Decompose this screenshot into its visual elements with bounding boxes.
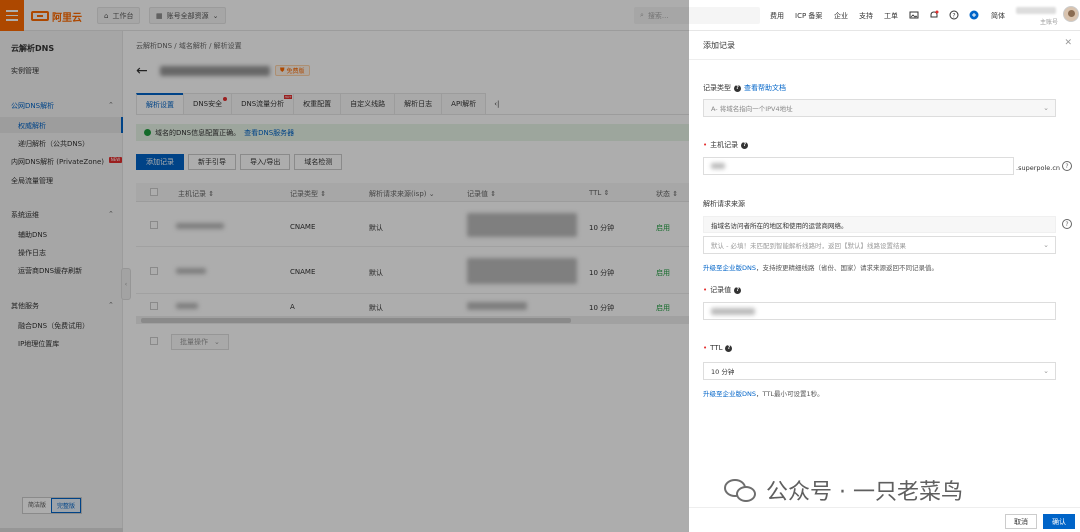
top-link-support[interactable]: 支持 — [859, 11, 873, 21]
help-icon[interactable]: ? — [725, 344, 733, 352]
ttl-upgrade-note: 升级至企业版DNS，TTL最小可设置1秒。 — [703, 388, 824, 398]
help-doc-link[interactable]: 查看帮助文档 — [744, 83, 786, 93]
host-input-redacted — [711, 163, 725, 169]
required-marker: • — [703, 141, 708, 149]
help-icon[interactable]: ? — [734, 84, 741, 92]
chevron-down-icon: ⌄ — [1043, 104, 1049, 112]
modal-backdrop[interactable] — [0, 0, 689, 532]
drawer-header: 添加记录 ✕ — [689, 31, 1080, 60]
top-link-enterprise[interactable]: 企业 — [834, 11, 848, 21]
svg-text:?: ? — [952, 13, 955, 20]
close-icon[interactable]: ✕ — [1064, 38, 1072, 48]
image-icon[interactable] — [909, 10, 919, 20]
add-record-drawer: 添加记录 ✕ 记录类型 ? 查看帮助文档 A- 将域名指向一个IPV4地址 ⌄ … — [689, 31, 1080, 532]
value-input-redacted — [711, 307, 755, 315]
account-type: 主账号 — [1040, 19, 1059, 26]
record-type-label: 记录类型 ? 查看帮助文档 — [703, 83, 786, 93]
host-record-label: • 主机记录 ? — [703, 140, 749, 150]
upgrade-enterprise-link[interactable]: 升级至企业版DNS — [703, 390, 756, 398]
source-value: 默认 - 必填！未匹配到智能解析线路时，返回【默认】线路设置结果 — [711, 242, 906, 250]
source-note-text: ，支持按更精细线路（省份、国家）请求来源返回不同记录值。 — [756, 264, 938, 272]
drawer-title: 添加记录 — [703, 41, 735, 50]
chevron-down-icon: ⌄ — [1043, 241, 1049, 249]
required-marker: • — [703, 344, 708, 352]
avatar[interactable] — [1063, 6, 1079, 22]
record-value-label: • 记录值 ? — [703, 285, 742, 295]
bell-icon[interactable] — [929, 10, 939, 20]
top-link-icp[interactable]: ICP 备案 — [795, 11, 822, 21]
domain-suffix: .superpole.cn — [1016, 164, 1061, 172]
source-tip-text: 指域名访问者所在的地区和使用的运营商网络。 — [711, 221, 848, 230]
record-value-label-text: 记录值 — [710, 286, 732, 294]
help-icon[interactable]: ? — [734, 286, 742, 294]
help-circle-icon[interactable]: ? — [1062, 161, 1072, 171]
source-upgrade-note: 升级至企业版DNS，支持按更精细线路（省份、国家）请求来源返回不同记录值。 — [703, 262, 938, 272]
ttl-value: 10 分钟 — [711, 368, 735, 376]
drawer-footer: 取消 确认 — [689, 507, 1080, 532]
chevron-down-icon: ⌄ — [1043, 367, 1049, 375]
language-switch[interactable]: 简体 — [991, 11, 1005, 21]
assistant-icon[interactable] — [969, 10, 979, 20]
help-icon[interactable]: ? — [949, 10, 959, 20]
source-label: 解析请求来源 — [703, 199, 745, 209]
record-type-select[interactable]: A- 将域名指向一个IPV4地址 ⌄ — [703, 99, 1056, 117]
confirm-button[interactable]: 确认 — [1043, 514, 1075, 529]
record-type-label-text: 记录类型 — [703, 84, 731, 92]
source-tip-box: 指域名访问者所在的地区和使用的运营商网络。 — [703, 216, 1056, 233]
ttl-label-text: TTL — [710, 344, 723, 352]
ttl-note-text: ，TTL最小可设置1秒。 — [756, 390, 824, 398]
help-circle-icon[interactable]: ? — [1062, 219, 1072, 229]
help-icon[interactable]: ? — [741, 141, 749, 149]
ttl-select[interactable]: 10 分钟 ⌄ — [703, 362, 1056, 380]
upgrade-enterprise-link[interactable]: 升级至企业版DNS — [703, 264, 756, 272]
required-marker: • — [703, 286, 708, 294]
host-record-input[interactable] — [703, 157, 1014, 175]
watermark-text: 公众号 · 一只老菜鸟 — [766, 480, 963, 505]
record-type-value: A- 将域名指向一个IPV4地址 — [711, 105, 793, 113]
source-label-text: 解析请求来源 — [703, 200, 745, 208]
top-link-billing[interactable]: 费用 — [770, 11, 784, 21]
source-select[interactable]: 默认 - 必填！未匹配到智能解析线路时，返回【默认】线路设置结果 ⌄ — [703, 236, 1056, 254]
cancel-button[interactable]: 取消 — [1005, 514, 1037, 529]
host-record-label-text: 主机记录 — [710, 141, 739, 149]
wechat-watermark: 公众号 · 一只老菜鸟 — [724, 474, 963, 506]
account-name-redacted — [1016, 7, 1056, 14]
record-value-input[interactable] — [703, 302, 1056, 320]
top-link-ticket[interactable]: 工单 — [884, 11, 898, 21]
ttl-label: • TTL ? — [703, 344, 733, 352]
wechat-icon — [724, 476, 758, 504]
